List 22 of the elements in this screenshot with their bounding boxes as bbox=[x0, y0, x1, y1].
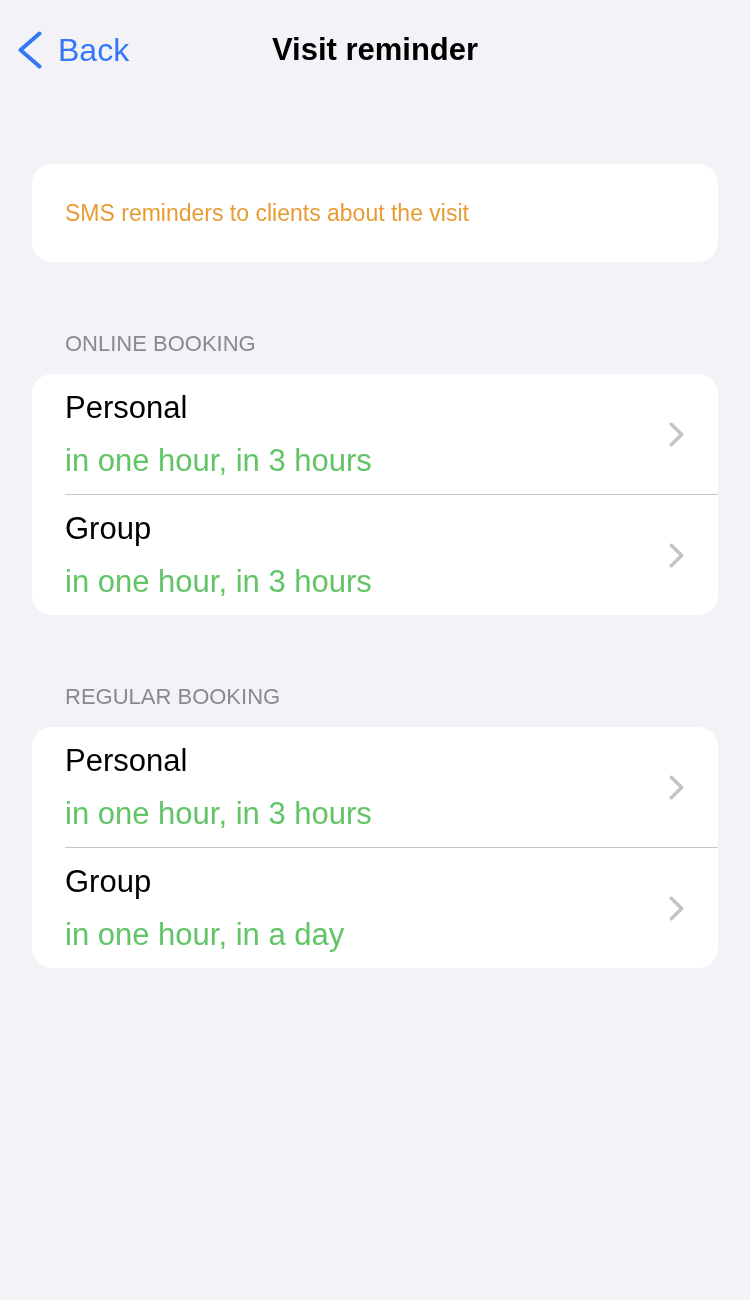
chevron-right-icon bbox=[669, 421, 684, 447]
section-header: ONLINE BOOKING bbox=[65, 330, 257, 358]
settings-row[interactable]: Personal in one hour, in 3 hours bbox=[32, 374, 718, 494]
section-header: REGULAR BOOKING bbox=[65, 683, 282, 711]
chevron-right-icon bbox=[669, 895, 684, 921]
row-value: in one hour, in 3 hours bbox=[65, 441, 372, 480]
info-text: SMS reminders to clients about the visit bbox=[65, 199, 469, 228]
row-value: in one hour, in 3 hours bbox=[65, 794, 372, 833]
nav-title: Visit reminder bbox=[271, 31, 479, 69]
settings-row[interactable]: Group in one hour, in 3 hours bbox=[32, 495, 718, 615]
settings-row[interactable]: Personal in one hour, in 3 hours bbox=[32, 727, 718, 847]
row-title: Personal bbox=[65, 741, 188, 780]
settings-row[interactable]: Group in one hour, in a day bbox=[32, 848, 718, 968]
back-button[interactable]: Back bbox=[18, 31, 130, 69]
row-value: in one hour, in a day bbox=[65, 915, 345, 954]
chevron-right-icon bbox=[669, 774, 684, 800]
row-value: in one hour, in 3 hours bbox=[65, 562, 372, 601]
chevron-right-icon bbox=[669, 542, 684, 568]
row-title: Group bbox=[65, 509, 152, 548]
row-title: Personal bbox=[65, 388, 188, 427]
chevron-left-icon bbox=[18, 31, 42, 69]
row-title: Group bbox=[65, 862, 152, 901]
